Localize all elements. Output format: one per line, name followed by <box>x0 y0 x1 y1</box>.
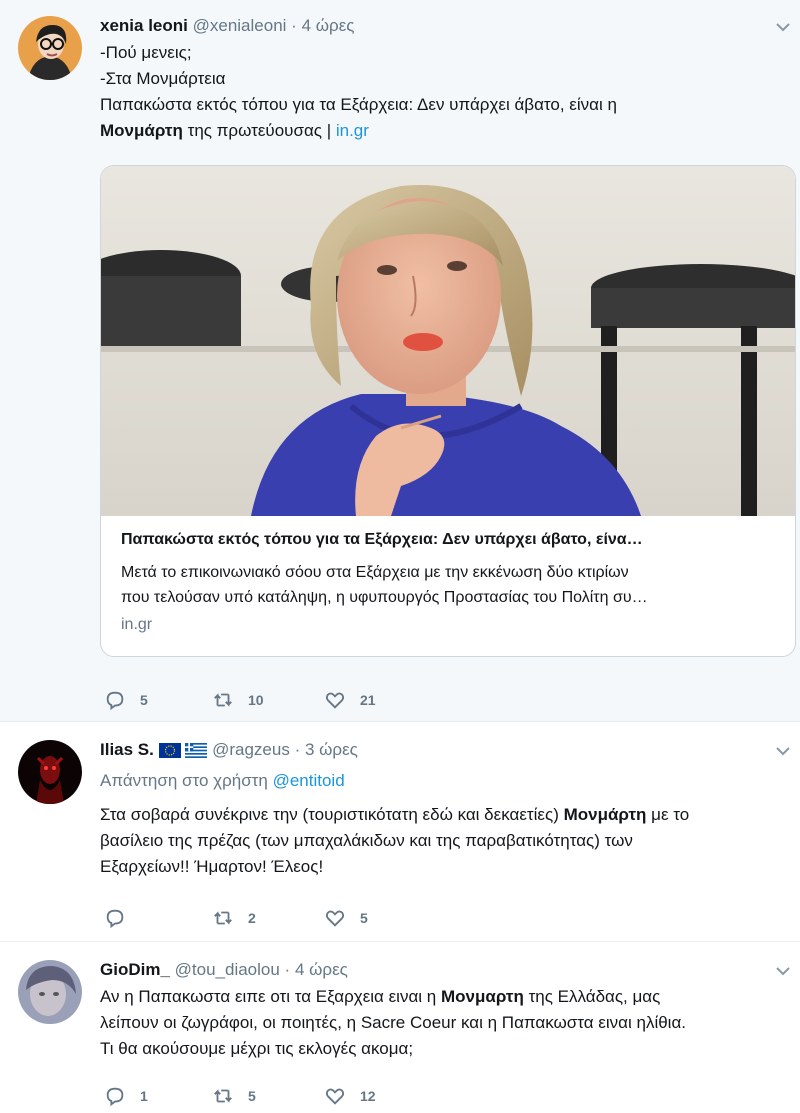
tweet-text: -Πού μενεις; -Στα Μονμάρτεια Παπακώστα ε… <box>100 40 786 144</box>
retweet-button[interactable]: 2 <box>212 906 256 930</box>
tweet-text-line: Μονμάρτη της πρωτεύουσας | in.gr <box>100 118 786 144</box>
tweet-text: Απάντηση στο χρήστη @entitoid Στα σοβαρά… <box>100 768 786 880</box>
retweet-icon <box>214 693 232 707</box>
separator-dot: · <box>291 16 297 35</box>
timestamp[interactable]: 4 ώρες <box>295 960 348 979</box>
timestamp[interactable]: 4 ώρες <box>302 16 355 35</box>
user-handle[interactable]: @ragzeus <box>212 740 290 759</box>
retweet-count: 5 <box>248 1088 256 1104</box>
tweet-text-line: Εξαρχείων!! Ήμαρτον! Έλεος! <box>100 857 324 876</box>
reply-button[interactable]: 1 <box>104 1084 148 1108</box>
tweet-text-line: Τι θα ακούσουμε μέχρι τις εκλογές ακομα; <box>100 1039 414 1058</box>
avatar[interactable] <box>18 960 82 1024</box>
chevron-down-icon[interactable] <box>776 966 790 976</box>
card-description-line: Μετά το επικοινωνιακό σόου στα Εξάρχεια … <box>121 564 629 581</box>
highlight-term: Μονμάρτη <box>100 121 183 140</box>
heart-icon <box>325 692 345 709</box>
text-fragment: Στα σοβαρά συνέκρινε την (τουριστικότατη… <box>100 805 564 824</box>
highlight-term: Μονμάρτη <box>563 805 647 824</box>
separator-dot: · <box>294 740 301 759</box>
tweet-text-line: -Πού μενεις; <box>100 43 192 62</box>
text-fragment: της Ελλάδας, μας <box>523 987 661 1006</box>
text-fragment: της πρωτεύουσας | <box>182 121 336 140</box>
reply-button[interactable] <box>104 906 140 930</box>
retweet-count: 2 <box>248 910 256 926</box>
display-name[interactable]: GioDim_ <box>100 960 170 979</box>
like-count: 12 <box>360 1088 376 1104</box>
reply-icon <box>106 691 124 711</box>
article-photo <box>101 166 795 516</box>
like-count: 5 <box>360 910 368 926</box>
tweet-text-line: Αν η Παπακωστα ειπε οτι τα Εξαρχεια εινα… <box>100 984 786 1010</box>
tweet-text-line: βασίλειο της πρέζας (των μπαχαλάκιδων κα… <box>100 831 633 850</box>
user-handle[interactable]: @tou_diaolou <box>175 960 280 979</box>
card-description: Μετά το επικοινωνιακό σόου στα Εξάρχεια … <box>121 560 777 610</box>
tweet[interactable]: GioDim_ @tou_diaolou · 4 ώρες Αν η Παπακ… <box>0 942 800 1113</box>
display-name[interactable]: xenia leoni <box>100 16 188 35</box>
retweet-icon <box>214 1089 232 1103</box>
user-handle[interactable]: @xenialeoni <box>193 16 287 35</box>
card-title[interactable]: Παπακώστα εκτός τόπου για τα Εξάρχεια: Δ… <box>121 528 777 552</box>
eu-flag-icon <box>158 743 181 758</box>
tweet-header: xenia leoni @xenialeoni · 4 ώρες <box>100 16 354 36</box>
avatar[interactable] <box>18 16 82 80</box>
heart-icon <box>325 1088 345 1105</box>
like-button[interactable]: 5 <box>324 906 368 930</box>
source-link[interactable]: in.gr <box>336 121 369 140</box>
avatar[interactable] <box>18 740 82 804</box>
reply-context: Απάντηση στο χρήστη @entitoid <box>100 768 786 794</box>
reply-button[interactable]: 5 <box>104 688 148 712</box>
retweet-button[interactable]: 10 <box>212 688 264 712</box>
reply-prefix: Απάντηση στο χρήστη <box>100 771 273 790</box>
retweet-button[interactable]: 5 <box>212 1084 256 1108</box>
chevron-down-icon[interactable] <box>776 22 790 32</box>
tweet[interactable]: Ilias S. @ragzeus · 3 ώρες Απάντηση στο … <box>0 722 800 942</box>
text-fragment: Αν η Παπακωστα ειπε οτι τα Εξαρχεια εινα… <box>100 987 441 1006</box>
chevron-down-icon[interactable] <box>776 746 790 756</box>
card-domain: in.gr <box>121 616 153 633</box>
text-fragment: με το <box>646 805 690 824</box>
display-name[interactable]: Ilias S. <box>100 740 154 759</box>
tweet-text-line: Παπακώστα εκτός τόπου για τα Εξάρχεια: Δ… <box>100 95 617 114</box>
tweet-header: Ilias S. @ragzeus · 3 ώρες <box>100 740 358 760</box>
tweet-header: GioDim_ @tou_diaolou · 4 ώρες <box>100 960 348 980</box>
separator-dot: · <box>284 960 291 979</box>
like-button[interactable]: 12 <box>324 1084 376 1108</box>
like-button[interactable]: 21 <box>324 688 376 712</box>
greece-flag-icon <box>185 743 208 758</box>
tweet-text-line: Στα σοβαρά συνέκρινε την (τουριστικότατη… <box>100 802 786 828</box>
reply-count: 5 <box>140 692 148 708</box>
reply-icon <box>106 1087 124 1107</box>
card-text: Παπακώστα εκτός τόπου για τα Εξάρχεια: Δ… <box>121 528 777 634</box>
reply-icon <box>106 909 124 929</box>
card-description-line: που τελούσαν υπό κατάληψη, η υφυπουργός … <box>121 589 648 606</box>
link-card[interactable]: Παπακώστα εκτός τόπου για τα Εξάρχεια: Δ… <box>100 165 796 657</box>
tweet-text: Αν η Παπακωστα ειπε οτι τα Εξαρχεια εινα… <box>100 984 786 1062</box>
tweet-text-line: -Στα Μονμάρτεια <box>100 69 226 88</box>
reply-count: 1 <box>140 1088 148 1104</box>
retweet-icon <box>214 911 232 925</box>
tweet[interactable]: xenia leoni @xenialeoni · 4 ώρες -Πού με… <box>0 0 800 722</box>
tweet-text-line: λείπουν οι ζωγράφοι, οι ποιητές, η Sacre… <box>100 1013 687 1032</box>
reply-mention-link[interactable]: @entitoid <box>273 771 345 790</box>
highlight-term: Μονμαρτη <box>440 987 524 1006</box>
like-count: 21 <box>360 692 376 708</box>
retweet-count: 10 <box>248 692 264 708</box>
timestamp[interactable]: 3 ώρες <box>305 740 358 759</box>
heart-icon <box>325 910 345 927</box>
